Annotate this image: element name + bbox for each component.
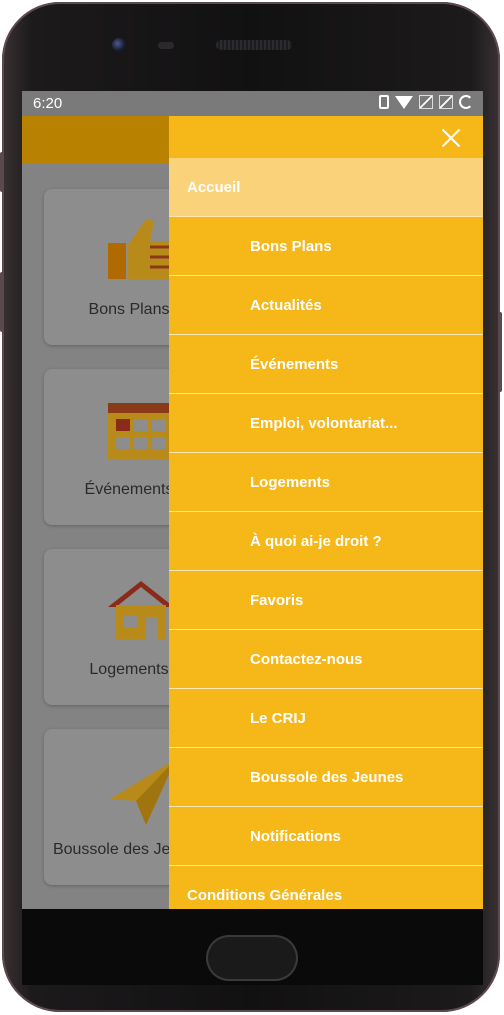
menu-item-label: Le CRIJ xyxy=(250,709,306,727)
menu-item-label: Accueil xyxy=(187,178,241,196)
menu-item-label: Bons Plans xyxy=(250,237,332,255)
menu-item-accueil[interactable]: Accueil xyxy=(169,158,483,217)
screen: 6:20 Bons Plans Événements Logements Bou… xyxy=(22,91,483,909)
card-bons-plans[interactable]: Bons Plans xyxy=(44,189,184,345)
menu-item-label: Événements xyxy=(250,355,339,373)
card-logements[interactable]: Logements xyxy=(44,549,184,705)
calendar-icon xyxy=(108,403,174,459)
menu-item-label: Boussole des Jeunes xyxy=(250,768,404,786)
menu-item-label: Contactez-nous xyxy=(250,650,363,668)
menu-item-actualites[interactable]: Actualités xyxy=(169,276,483,335)
wifi-icon xyxy=(395,95,413,109)
proximity-sensor xyxy=(158,42,174,49)
menu-item-logements[interactable]: Logements xyxy=(169,453,483,512)
paper-plane-icon xyxy=(110,759,176,825)
close-icon[interactable] xyxy=(439,126,463,150)
navigation-drawer: Accueil Bons Plans Actualités Événements… xyxy=(169,116,483,909)
menu-item-label: Logements xyxy=(250,473,331,491)
front-camera xyxy=(112,38,126,52)
card-boussole[interactable]: Boussole des Jeunes xyxy=(44,729,205,885)
menu-item-evenements[interactable]: Événements xyxy=(169,335,483,394)
alert-slider xyxy=(0,272,4,332)
no-signal-icon xyxy=(439,95,453,109)
menu-item-emploi[interactable]: Emploi, volontariat... xyxy=(169,394,483,453)
status-time: 6:20 xyxy=(33,95,63,112)
menu-item-label: Emploi, volontariat... xyxy=(250,414,398,432)
menu-item-crij[interactable]: Le CRIJ xyxy=(169,689,483,748)
status-icons xyxy=(379,95,473,109)
volume-button xyxy=(0,152,4,192)
menu-item-label: À quoi ai-je droit ? xyxy=(250,532,382,550)
menu-item-conditions[interactable]: Conditions Générales xyxy=(169,866,483,909)
vibrate-icon xyxy=(379,95,389,109)
menu-item-label: Conditions Générales xyxy=(187,886,343,904)
menu-item-label: Notifications xyxy=(250,827,341,845)
menu-item-favoris[interactable]: Favoris xyxy=(169,571,483,630)
menu-item-boussole[interactable]: Boussole des Jeunes xyxy=(169,748,483,807)
drawer-menu: Accueil Bons Plans Actualités Événements… xyxy=(169,158,483,909)
menu-item-notifications[interactable]: Notifications xyxy=(169,807,483,866)
menu-item-bons-plans[interactable]: Bons Plans xyxy=(169,217,483,276)
card-evenements[interactable]: Événements xyxy=(44,369,184,525)
menu-item-label: Favoris xyxy=(250,591,304,609)
power-button xyxy=(498,312,502,392)
menu-item-droits[interactable]: À quoi ai-je droit ? xyxy=(169,512,483,571)
menu-item-contact[interactable]: Contactez-nous xyxy=(169,630,483,689)
house-icon xyxy=(108,581,174,639)
home-button[interactable] xyxy=(206,935,298,981)
loading-icon xyxy=(459,95,473,109)
earpiece-speaker xyxy=(216,40,292,50)
menu-item-label: Actualités xyxy=(250,296,322,314)
status-bar: 6:20 xyxy=(22,91,483,116)
thumbs-up-icon xyxy=(108,219,174,279)
no-signal-icon xyxy=(419,95,433,109)
